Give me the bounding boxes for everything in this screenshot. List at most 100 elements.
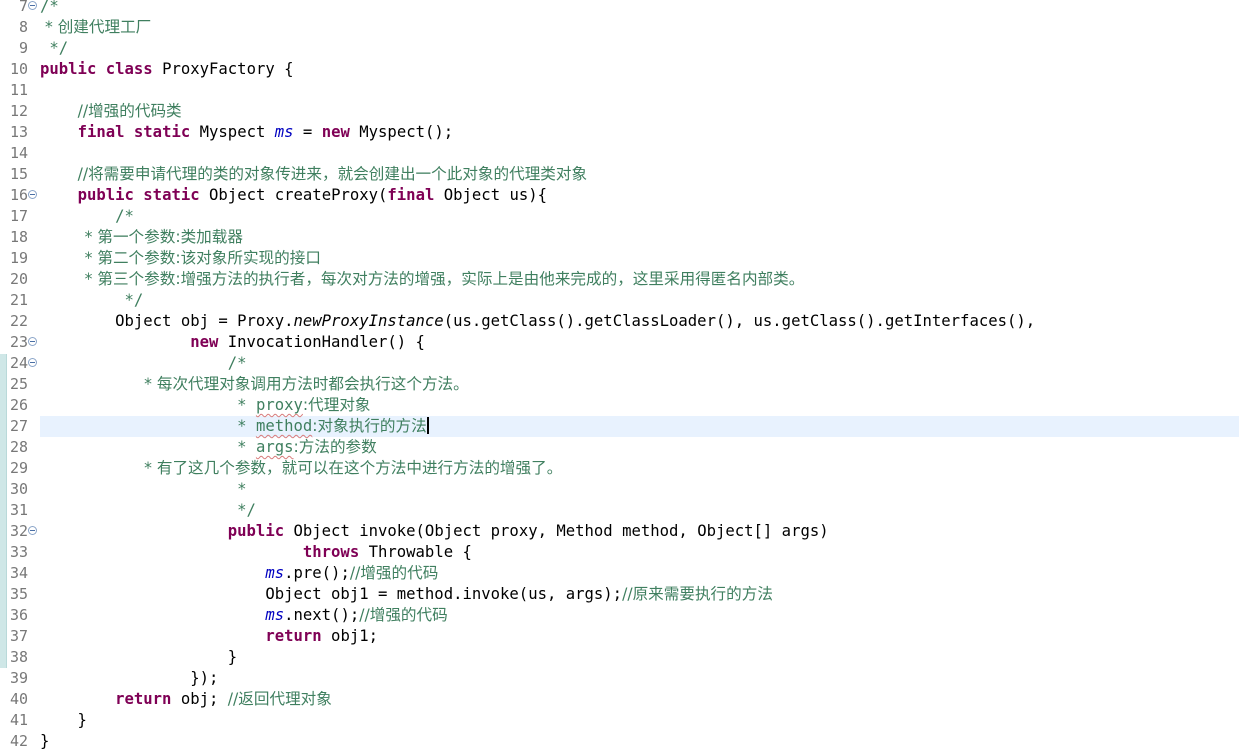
code-line[interactable]: 29 * 有了这几个参数，就可以在这个方法中进行方法的增强了。 [0,458,1239,479]
code-text[interactable]: } [40,710,87,731]
code-text[interactable]: Object obj1 = method.invoke(us, args);//… [40,584,773,605]
code-text[interactable]: public Object invoke(Object proxy, Metho… [40,521,829,542]
code-text[interactable]: } [40,731,49,752]
code-line[interactable]: 21 */ [0,290,1239,311]
code-token: ms [265,564,285,582]
code-text[interactable]: } [40,647,237,668]
code-token: Object invoke(Object proxy, Method metho… [284,522,829,540]
code-text[interactable]: return obj; //返回代理对象 [40,689,332,710]
code-line[interactable]: 17 /* [0,206,1239,227]
code-line[interactable]: 16 public static Object createProxy(fina… [0,185,1239,206]
code-text[interactable]: */ [40,500,256,521]
code-text[interactable]: }); [40,668,218,689]
code-token: args [255,438,294,456]
code-line[interactable]: 18 * 第一个参数:类加载器 [0,227,1239,248]
code-text[interactable]: * 第三个参数:增强方法的执行者，每次对方法的增强，实际上是由他来完成的，这里采… [40,269,805,290]
code-line[interactable]: 15 //将需要申请代理的类的对象传进来，就会创建出一个此对象的代理类对象 [0,164,1239,185]
code-text[interactable]: * method:对象执行的方法 [40,416,429,437]
code-line[interactable]: 20 * 第三个参数:增强方法的执行者，每次对方法的增强，实际上是由他来完成的，… [0,269,1239,290]
code-line[interactable]: 22 Object obj = Proxy.newProxyInstance(u… [0,311,1239,332]
code-text[interactable]: * args:方法的参数 [40,437,377,458]
code-line[interactable]: 13 final static Myspect ms = new Myspect… [0,122,1239,143]
code-text[interactable]: /* [40,353,247,374]
code-text[interactable]: */ [40,290,143,311]
code-text[interactable]: * 创建代理工厂 [40,17,151,38]
code-text[interactable]: * 每次代理对象调用方法时都会执行这个方法。 [40,374,469,395]
code-line[interactable]: 26 * proxy:代理对象 [0,395,1239,416]
code-line[interactable]: 28 * args:方法的参数 [0,437,1239,458]
code-text[interactable]: * 第二个参数:该对象所实现的接口 [40,248,321,269]
code-line[interactable]: 33 throws Throwable { [0,542,1239,563]
code-token: //增强的代码 [349,564,439,582]
code-line[interactable]: 30 * [0,479,1239,500]
code-token: * 第一个参数:类加载器 [40,228,243,246]
fold-collapse-icon[interactable] [28,526,37,535]
code-token: /* [115,207,134,225]
code-text[interactable]: /* [40,0,59,17]
code-line[interactable]: 38 } [0,647,1239,668]
code-line[interactable]: 36 ms.next();//增强的代码 [0,605,1239,626]
code-line[interactable]: 39 }); [0,668,1239,689]
line-number: 33 [9,543,28,561]
code-text[interactable]: public class ProxyFactory { [40,59,294,80]
code-line[interactable]: 14 [0,143,1239,164]
code-text[interactable]: * 第一个参数:类加载器 [40,227,243,248]
code-line[interactable]: 7 /* [0,0,1239,17]
code-token: Object us){ [434,186,548,204]
code-line[interactable]: 24 /* [0,353,1239,374]
fold-collapse-icon[interactable] [28,337,37,346]
fold-collapse-icon[interactable] [28,1,37,10]
code-line[interactable]: 31 */ [0,500,1239,521]
fold-collapse-icon[interactable] [28,190,37,199]
line-number: 20 [9,270,28,288]
code-text[interactable]: new InvocationHandler() { [40,332,425,353]
code-text[interactable]: ms.next();//增强的代码 [40,605,447,626]
code-text[interactable]: //将需要申请代理的类的对象传进来，就会创建出一个此对象的代理类对象 [40,164,588,185]
code-token: .pre(); [284,564,350,582]
fold-collapse-icon[interactable] [28,358,37,367]
code-line[interactable]: 11 [0,80,1239,101]
line-number: 41 [9,711,28,729]
code-token: method [255,417,313,435]
code-token: :方法的参数 [293,438,377,456]
code-text[interactable]: * 有了这几个参数，就可以在这个方法中进行方法的增强了。 [40,458,562,479]
code-line[interactable]: 32 public Object invoke(Object proxy, Me… [0,521,1239,542]
code-line[interactable]: 23 new InvocationHandler() { [0,332,1239,353]
code-line[interactable]: 34 ms.pre();//增强的代码 [0,563,1239,584]
code-text[interactable]: return obj1; [40,626,378,647]
line-number: 22 [9,312,28,330]
code-line[interactable]: 40 return obj; //返回代理对象 [0,689,1239,710]
code-line[interactable]: 37 return obj1; [0,626,1239,647]
code-text[interactable]: /* [40,206,134,227]
code-line[interactable]: 8 * 创建代理工厂 [0,17,1239,38]
line-number: 34 [9,564,28,582]
code-text[interactable]: public static Object createProxy(final O… [40,185,547,206]
code-token: * [40,480,247,498]
code-token: ms [265,606,285,624]
code-line[interactable]: 35 Object obj1 = method.invoke(us, args)… [0,584,1239,605]
code-line[interactable]: 19 * 第二个参数:该对象所实现的接口 [0,248,1239,269]
code-text[interactable]: throws Throwable { [40,542,472,563]
code-line[interactable]: 42} [0,731,1239,752]
code-editor[interactable]: 7/* 8 * 创建代理工厂 9 */10 public class ProxyFac… [0,0,1239,754]
code-text[interactable]: Object obj = Proxy.newProxyInstance(us.g… [40,311,1035,332]
code-line[interactable]: 27 * method:对象执行的方法 [0,416,1239,437]
code-line[interactable]: 9 */ [0,38,1239,59]
code-token: ProxyFactory { [152,60,294,78]
line-number: 39 [9,669,28,687]
code-line[interactable]: 12 //增强的代码类 [0,101,1239,122]
code-text[interactable]: final static Myspect ms = new Myspect(); [40,122,454,143]
code-text[interactable]: * proxy:代理对象 [40,395,370,416]
code-line[interactable]: 25 * 每次代理对象调用方法时都会执行这个方法。 [0,374,1239,395]
code-line[interactable]: 10 public class ProxyFactory { [0,59,1239,80]
code-text[interactable]: */ [40,38,68,59]
code-text[interactable]: * [40,479,247,500]
code-text[interactable]: ms.pre();//增强的代码 [40,563,438,584]
code-text[interactable]: //增强的代码类 [40,101,182,122]
code-token: Myspect [190,123,275,141]
code-line[interactable]: 41 } [0,710,1239,731]
